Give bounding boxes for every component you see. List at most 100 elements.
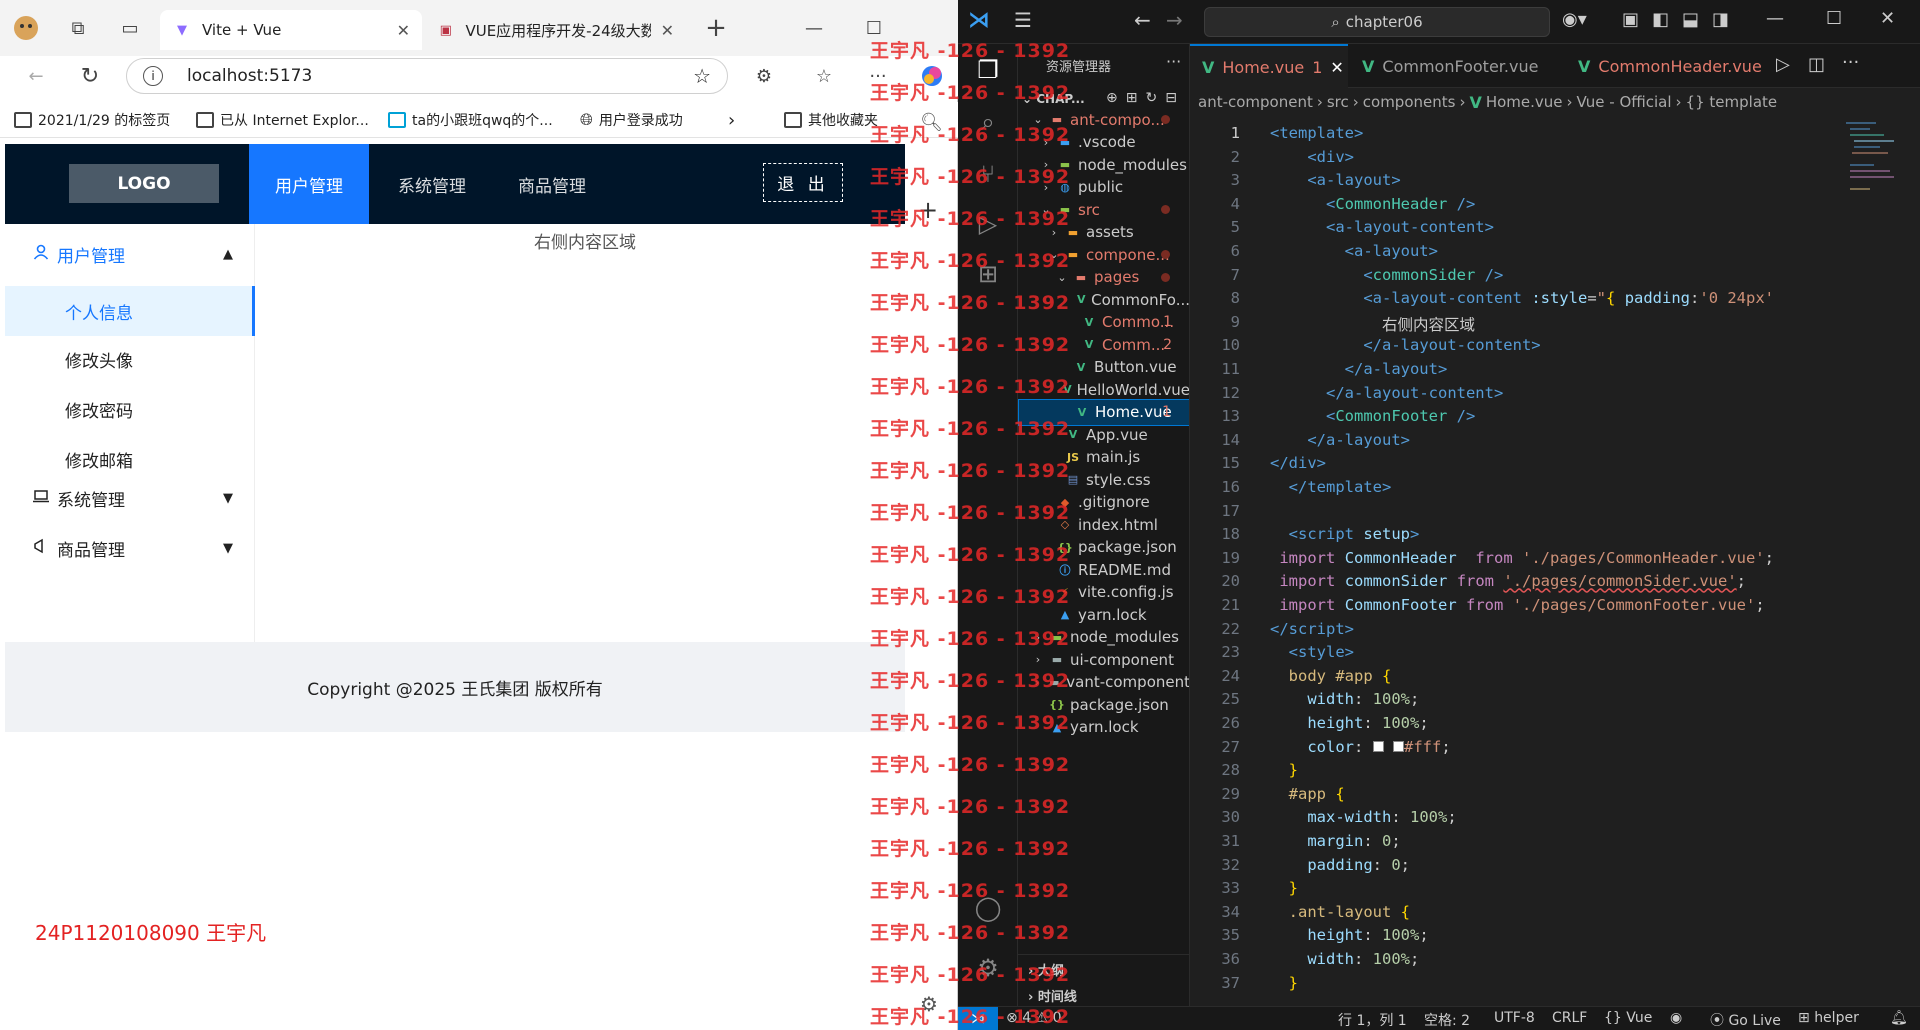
- code-line[interactable]: </script>: [1270, 620, 1354, 638]
- submenu-goods[interactable]: 商品管理 ▼: [5, 518, 255, 578]
- nav-back-icon[interactable]: ←: [1134, 8, 1151, 32]
- run-debug-icon[interactable]: ▷: [972, 208, 1004, 240]
- close-icon[interactable]: ✕: [1330, 58, 1343, 77]
- nav-user-management[interactable]: 用户管理: [249, 144, 369, 224]
- code-line[interactable]: </div>: [1270, 454, 1326, 472]
- code-line[interactable]: padding: 0;: [1270, 856, 1410, 874]
- chevron-right-icon[interactable]: ›: [728, 110, 735, 131]
- source-control-icon[interactable]: ⑂: [972, 158, 1004, 190]
- breadcrumb-item[interactable]: {} template: [1686, 93, 1778, 111]
- go-live-button[interactable]: ⦿ Go Live: [1710, 1010, 1781, 1030]
- toggle-sidebar-icon[interactable]: ◧: [1652, 9, 1669, 30]
- menu-item-password[interactable]: 修改密码: [5, 384, 255, 434]
- code-line[interactable]: color: #fff;: [1270, 738, 1450, 756]
- code-line[interactable]: body #app {: [1270, 667, 1392, 685]
- bookmark-item[interactable]: 🌐︎ 用户登录成功: [580, 110, 683, 130]
- reload-icon[interactable]: ↻: [74, 60, 106, 92]
- new-tab-icon[interactable]: +: [700, 12, 732, 44]
- url-input[interactable]: i localhost:5173 ☆: [126, 58, 728, 94]
- nav-system-management[interactable]: 系统管理: [375, 144, 489, 224]
- close-icon[interactable]: ✕: [1880, 8, 1895, 29]
- back-icon[interactable]: ←: [20, 60, 52, 92]
- nav-goods-management[interactable]: 商品管理: [495, 144, 609, 224]
- submenu-user[interactable]: 用户管理 ▲: [5, 224, 255, 284]
- breadcrumb-item[interactable]: ant-component: [1198, 93, 1313, 111]
- indentation[interactable]: 空格: 2: [1424, 1010, 1470, 1030]
- code-line[interactable]: <a-layout-content :style="{ padding:'0 2…: [1270, 289, 1774, 307]
- close-tab-icon[interactable]: ✕: [661, 21, 674, 40]
- code-line[interactable]: </a-layout-content>: [1270, 384, 1503, 402]
- explorer-icon[interactable]: ❐: [972, 54, 1004, 86]
- browser-tab-vite[interactable]: ▼ Vite + Vue ✕: [160, 10, 422, 50]
- breadcrumb-item[interactable]: components: [1363, 93, 1456, 111]
- copilot-icon[interactable]: ◉▾: [1562, 9, 1587, 30]
- run-icon[interactable]: ▷: [1776, 54, 1790, 75]
- code-line[interactable]: <template>: [1270, 124, 1363, 142]
- explorer-item[interactable]: ▲ yarn.lock: [1018, 714, 1189, 741]
- minimize-icon[interactable]: —: [1766, 8, 1784, 29]
- breadcrumb-item[interactable]: Vue - Official: [1577, 93, 1672, 111]
- maximize-icon[interactable]: ☐: [1826, 8, 1842, 29]
- command-center-search[interactable]: ⌕ chapter06: [1204, 7, 1550, 37]
- problems-indicator[interactable]: ⊗ 4 ⚠ 0: [1006, 1010, 1061, 1026]
- code-line[interactable]: <div>: [1270, 148, 1354, 166]
- browser-tab-course[interactable]: ▣ VUE应用程序开发-24级大数 ✕: [424, 10, 686, 50]
- timeline-section[interactable]: › 时间线: [1028, 986, 1077, 1005]
- code-line[interactable]: 右侧内容区域: [1270, 313, 1475, 335]
- layout-panel-icon[interactable]: ▣: [1622, 9, 1639, 30]
- code-line[interactable]: <style>: [1270, 643, 1354, 661]
- code-line[interactable]: import CommonFooter from './pages/Common…: [1270, 596, 1764, 614]
- extensions-icon[interactable]: ⚙: [748, 60, 780, 92]
- explorer-toolbar-icons[interactable]: ⊕⊞↻⊟: [1106, 90, 1185, 106]
- nav-forward-icon[interactable]: →: [1166, 8, 1183, 32]
- outline-section[interactable]: › 大纲: [1028, 960, 1064, 979]
- split-editor-icon[interactable]: ◫: [1808, 54, 1825, 75]
- code-line[interactable]: <commonSider />: [1270, 266, 1503, 284]
- bookmark-item[interactable]: 其他收藏夹: [784, 110, 878, 130]
- code-editor[interactable]: 1 <template> 2 <div> 3 <a-layout> 4 <CommonH…: [1190, 116, 1920, 1006]
- code-line[interactable]: import commonSider from './pages/commonS…: [1270, 572, 1746, 590]
- search-icon[interactable]: ⌕: [972, 106, 1004, 138]
- sidebar-settings-icon[interactable]: ⚙: [920, 992, 938, 1016]
- account-icon[interactable]: ◯: [972, 892, 1004, 924]
- code-line[interactable]: <CommonHeader />: [1270, 195, 1475, 213]
- line-ending[interactable]: CRLF: [1552, 1010, 1587, 1026]
- code-line[interactable]: }: [1270, 761, 1298, 779]
- info-icon[interactable]: i: [143, 66, 163, 86]
- code-line[interactable]: max-width: 100%;: [1270, 808, 1456, 826]
- code-line[interactable]: width: 100%;: [1270, 690, 1419, 708]
- minimap[interactable]: [1846, 116, 1906, 236]
- code-line[interactable]: <CommonFooter />: [1270, 407, 1475, 425]
- notifications-bell-icon[interactable]: 🔔︎: [1890, 1010, 1908, 1026]
- code-line[interactable]: margin: 0;: [1270, 832, 1400, 850]
- code-line[interactable]: </template>: [1270, 478, 1392, 496]
- code-line[interactable]: height: 100%;: [1270, 926, 1428, 944]
- favorite-star-icon[interactable]: ☆: [693, 64, 711, 88]
- code-line[interactable]: <a-layout-content>: [1270, 218, 1494, 236]
- favorites-icon[interactable]: ☆: [808, 60, 840, 92]
- editor-tab-footer[interactable]: V CommonFooter.vue: [1350, 44, 1564, 88]
- profile-avatar-icon[interactable]: [10, 12, 42, 44]
- hamburger-menu-icon[interactable]: ☰: [1014, 8, 1032, 32]
- code-line[interactable]: .ant-layout {: [1270, 903, 1410, 921]
- more-actions-icon[interactable]: ···: [1166, 52, 1181, 71]
- menu-item-profile[interactable]: 个人信息: [5, 286, 255, 336]
- code-line[interactable]: <a-layout>: [1270, 242, 1438, 260]
- menu-item-avatar[interactable]: 修改头像: [5, 334, 255, 384]
- code-line[interactable]: width: 100%;: [1270, 950, 1419, 968]
- copilot-icon[interactable]: [916, 60, 948, 92]
- minimize-icon[interactable]: —: [798, 12, 830, 44]
- maximize-icon[interactable]: ☐: [858, 12, 890, 44]
- bookmark-item[interactable]: 已从 Internet Explor...: [196, 110, 369, 130]
- workspace-root[interactable]: ⌄ CHAP...: [1022, 92, 1085, 106]
- logout-button[interactable]: 退 出: [763, 163, 843, 202]
- code-line[interactable]: import CommonHeader from './pages/Common…: [1270, 549, 1774, 567]
- sidebar-add-icon[interactable]: +: [918, 196, 938, 224]
- breadcrumb-item[interactable]: Home.vue: [1486, 93, 1563, 111]
- code-line[interactable]: </a-layout>: [1270, 431, 1410, 449]
- cursor-position[interactable]: 行 1，列 1: [1338, 1010, 1407, 1030]
- code-line[interactable]: }: [1270, 879, 1298, 897]
- language-mode[interactable]: {} Vue: [1604, 1010, 1652, 1026]
- code-line[interactable]: <a-layout>: [1270, 171, 1400, 189]
- code-line[interactable]: #app {: [1270, 785, 1345, 803]
